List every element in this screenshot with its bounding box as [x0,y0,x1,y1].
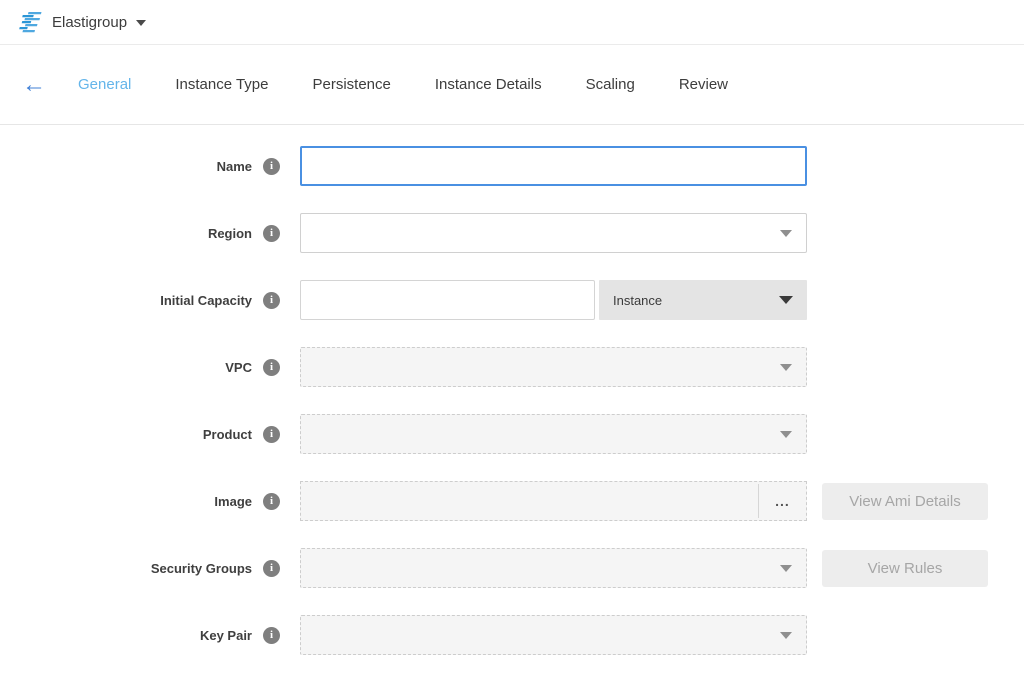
tab-review[interactable]: Review [679,76,728,93]
form-row-product: Product i [0,414,1024,454]
image-label: Image [214,494,252,509]
back-arrow-icon[interactable]: ← [22,73,46,97]
image-input: ... [300,481,807,521]
capacity-unit-select[interactable]: Instance [599,280,807,320]
image-browse-button[interactable]: ... [759,482,806,520]
vpc-info-icon[interactable]: i [263,359,280,376]
initial-capacity-input[interactable] [300,280,595,320]
form-row-initial-capacity: Initial Capacity i Instance [0,280,1024,320]
view-rules-button[interactable]: View Rules [822,550,988,587]
form-row-vpc: VPC i [0,347,1024,387]
form-row-security-groups: Security Groups i View Rules [0,548,1024,588]
tab-instance-type[interactable]: Instance Type [175,76,268,93]
product-info-icon[interactable]: i [263,426,280,443]
capacity-unit-value: Instance [613,293,662,308]
tab-scaling[interactable]: Scaling [586,76,635,93]
vpc-label: VPC [225,360,252,375]
chevron-down-icon [780,565,792,572]
security-groups-label: Security Groups [151,561,252,576]
elastigroup-logo-icon [18,10,42,34]
region-label: Region [208,226,252,241]
wizard-tabs: General Instance Type Persistence Instan… [78,76,728,93]
product-label: Product [203,427,252,442]
initial-capacity-info-icon[interactable]: i [263,292,280,309]
region-select[interactable] [300,213,807,253]
chevron-down-icon [779,296,793,304]
product-select [300,414,807,454]
security-groups-info-icon[interactable]: i [263,560,280,577]
name-input[interactable] [300,146,807,186]
chevron-down-icon [780,230,792,237]
form-row-image: Image i ... View Ami Details [0,481,1024,521]
view-ami-details-button[interactable]: View Ami Details [822,483,988,520]
tab-instance-details[interactable]: Instance Details [435,76,542,93]
key-pair-info-icon[interactable]: i [263,627,280,644]
key-pair-select [300,615,807,655]
vpc-select [300,347,807,387]
form-row-region: Region i [0,213,1024,253]
key-pair-label: Key Pair [200,628,252,643]
region-info-icon[interactable]: i [263,225,280,242]
general-form: Name i Region i Initial Capacity i Insta… [0,125,1024,655]
tab-general[interactable]: General [78,76,131,93]
chevron-down-icon [780,364,792,371]
security-groups-select [300,548,807,588]
name-info-icon[interactable]: i [263,158,280,175]
image-info-icon[interactable]: i [263,493,280,510]
image-value [301,482,758,520]
form-row-key-pair: Key Pair i [0,615,1024,655]
chevron-down-icon[interactable] [136,20,146,26]
initial-capacity-label: Initial Capacity [160,293,252,308]
form-row-name: Name i [0,146,1024,186]
top-bar: Elastigroup [0,0,1024,45]
tab-persistence[interactable]: Persistence [313,76,391,93]
chevron-down-icon [780,431,792,438]
wizard-tab-bar: ← General Instance Type Persistence Inst… [0,45,1024,125]
chevron-down-icon [780,632,792,639]
app-title[interactable]: Elastigroup [52,14,127,31]
name-label: Name [217,159,252,174]
